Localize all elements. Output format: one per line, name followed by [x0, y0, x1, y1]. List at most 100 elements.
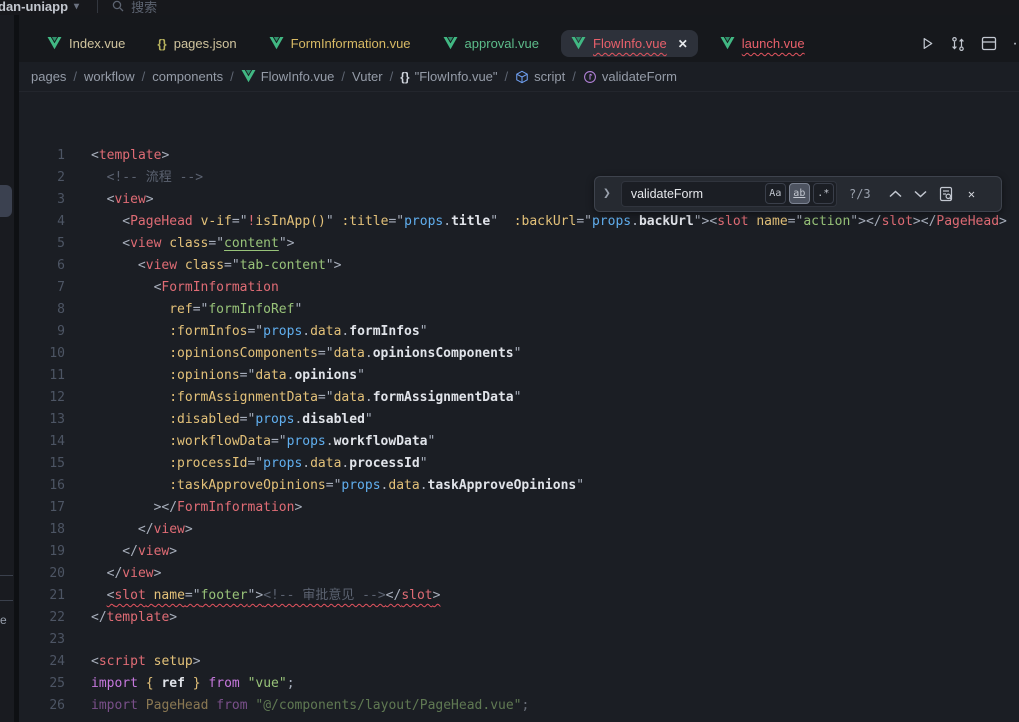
line-number: 17: [19, 497, 65, 519]
regex-button[interactable]: .*: [813, 183, 834, 204]
breadcrumb-label: FlowInfo.vue: [261, 69, 335, 84]
line-number: 18: [19, 519, 65, 541]
breadcrumb-label: script: [534, 69, 565, 84]
code-line[interactable]: 1<template>: [19, 145, 1019, 167]
global-search[interactable]: 搜索: [112, 0, 157, 15]
module-icon: [515, 70, 529, 84]
match-case-button[interactable]: Aa: [765, 183, 786, 204]
tab-pages-json[interactable]: {}pages.json: [147, 30, 246, 57]
find-expand-button[interactable]: ❯: [601, 183, 613, 205]
breadcrumb-separator: /: [230, 69, 234, 84]
chevron-up-icon: [889, 190, 902, 198]
compare-changes-button[interactable]: [950, 36, 966, 52]
sidebar-divider: [0, 575, 13, 576]
more-actions-button[interactable]: ··: [1012, 35, 1019, 53]
code-line[interactable]: 18</view>: [19, 519, 1019, 541]
project-selector[interactable]: dan-uniapp ▾: [0, 0, 79, 14]
code-line[interactable]: 5<view class="content">: [19, 233, 1019, 255]
tab-label: launch.vue: [742, 36, 805, 51]
code-line[interactable]: 10:opinionsComponents="data.opinionsComp…: [19, 343, 1019, 365]
method-icon: [583, 70, 597, 84]
line-content: </view>: [91, 541, 177, 563]
line-content: ></FormInformation>: [91, 497, 302, 519]
tab-label: Index.vue: [69, 36, 125, 51]
code-line[interactable]: 16:taskApproveOpinions="props.data.taskA…: [19, 475, 1019, 497]
breadcrumb-item-workflow[interactable]: workflow: [84, 69, 135, 84]
tab-label: pages.json: [174, 36, 237, 51]
line-content: <view class="tab-content">: [91, 255, 341, 277]
code-line[interactable]: 9:formInfos="props.data.formInfos": [19, 321, 1019, 343]
code-line[interactable]: 15:processId="props.data.processId": [19, 453, 1019, 475]
sidebar-selected-item[interactable]: [0, 185, 12, 217]
line-content: <template>: [91, 145, 169, 167]
code-line[interactable]: 19</view>: [19, 541, 1019, 563]
code-line[interactable]: 24<script setup>: [19, 651, 1019, 673]
breadcrumb-item--flowinfo-vue-[interactable]: {}"FlowInfo.vue": [400, 69, 497, 84]
line-number: 14: [19, 431, 65, 453]
line-number: 22: [19, 607, 65, 629]
line-content: ref="formInfoRef": [91, 299, 302, 321]
line-content: :opinions="data.opinions": [91, 365, 365, 387]
code-line[interactable]: 14 :workflowData="props.workflowData": [19, 431, 1019, 453]
code-line[interactable]: 11 :opinions="data.opinions": [19, 365, 1019, 387]
line-number: 7: [19, 277, 65, 299]
line-content: :workflowData="props.workflowData": [91, 431, 435, 453]
breadcrumb-item-script[interactable]: script: [515, 69, 565, 84]
code-line[interactable]: 25import { ref } from "vue";: [19, 673, 1019, 695]
line-number: 23: [19, 629, 65, 651]
code-line[interactable]: 13:disabled="props.disabled": [19, 409, 1019, 431]
code-editor[interactable]: ❯ Aaab.* ?/3: [19, 92, 1019, 722]
line-number: 11: [19, 365, 65, 387]
breadcrumb-separator: /: [390, 69, 394, 84]
breadcrumb-item-vuter[interactable]: Vuter: [352, 69, 383, 84]
whole-word-button[interactable]: ab: [789, 183, 810, 204]
breadcrumb-item-pages[interactable]: pages: [31, 69, 66, 84]
find-previous-button[interactable]: [889, 190, 902, 198]
find-next-button[interactable]: [914, 190, 927, 198]
breadcrumb-separator: /: [341, 69, 345, 84]
line-content: <script setup>: [91, 651, 201, 673]
tab-label: approval.vue: [465, 36, 539, 51]
breadcrumb-item-components[interactable]: components: [152, 69, 223, 84]
tab-index-vue[interactable]: Index.vue: [37, 30, 135, 57]
breadcrumb-separator: /: [73, 69, 77, 84]
code-line[interactable]: 4<PageHead v-if="!isInApp()" :title="pro…: [19, 211, 1019, 233]
search-label: 搜索: [131, 0, 157, 15]
line-number: 20: [19, 563, 65, 585]
tab-forminformation-vue[interactable]: FormInformation.vue: [259, 30, 421, 57]
line-content: :formInfos="props.data.formInfos": [91, 321, 428, 343]
line-content: import { ref } from "vue";: [91, 673, 295, 695]
tabs: Index.vue {}pages.json FormInformation.vue…: [37, 30, 910, 57]
code-line[interactable]: 20</view>: [19, 563, 1019, 585]
breadcrumb-item-validateform[interactable]: validateForm: [583, 69, 677, 84]
tab-flowinfo-vue[interactable]: FlowInfo.vue ✕: [561, 30, 698, 57]
breadcrumb-separator: /: [572, 69, 576, 84]
line-content: :formAssignmentData="data.formAssignment…: [91, 387, 521, 409]
code-line[interactable]: 6<view class="tab-content">: [19, 255, 1019, 277]
breadcrumb-item-flowinfo-vue[interactable]: FlowInfo.vue: [241, 69, 335, 84]
code-line[interactable]: 7<FormInformation: [19, 277, 1019, 299]
split-editor-button[interactable]: [981, 36, 997, 51]
topbar-divider: [97, 0, 98, 13]
find-in-selection-button[interactable]: [939, 186, 954, 202]
find-close-button[interactable]: ✕: [968, 183, 975, 205]
breadcrumb-label: workflow: [84, 69, 135, 84]
line-number: 4: [19, 211, 65, 233]
tab-launch-vue[interactable]: launch.vue: [710, 30, 815, 57]
line-content: :disabled="props.disabled": [91, 409, 373, 431]
run-button[interactable]: [920, 36, 935, 51]
code-line[interactable]: 23: [19, 629, 1019, 651]
code-line[interactable]: 21<slot name="footer"><!-- 审批意见 --></slo…: [19, 585, 1019, 607]
code-line[interactable]: 12:formAssignmentData="data.formAssignme…: [19, 387, 1019, 409]
tab-close-icon[interactable]: ✕: [678, 37, 688, 51]
line-number: 16: [19, 475, 65, 497]
line-number: 3: [19, 189, 65, 211]
code-line[interactable]: 22</template>: [19, 607, 1019, 629]
code-line[interactable]: 8ref="formInfoRef": [19, 299, 1019, 321]
code-line[interactable]: 26import PageHead from "@/components/lay…: [19, 695, 1019, 717]
tab-approval-vue[interactable]: approval.vue: [433, 30, 549, 57]
code-lines: 1<template>2<!-- 流程 -->3<view>4<PageHead…: [19, 145, 1019, 717]
code-line[interactable]: 17 ></FormInformation>: [19, 497, 1019, 519]
sidebar-strip[interactable]: e: [0, 15, 14, 722]
tab-label: FlowInfo.vue: [593, 36, 667, 51]
